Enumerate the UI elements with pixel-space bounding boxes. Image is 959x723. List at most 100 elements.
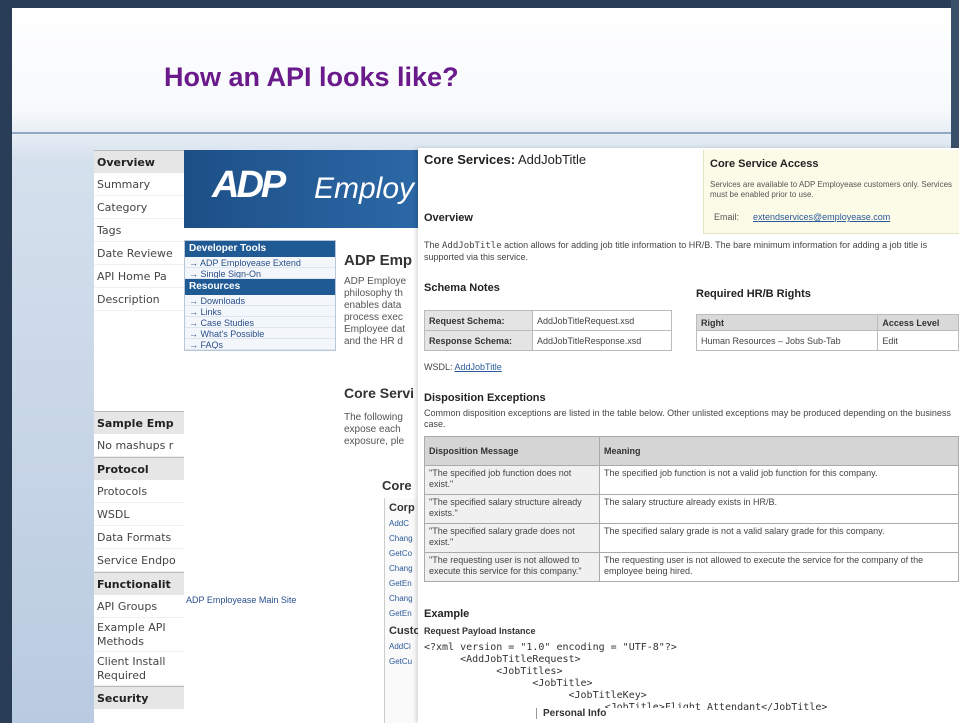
resources-link[interactable]: → FAQs [185,339,335,350]
exception-meaning: The specified job function is not a vali… [599,465,959,495]
personal-info-label: Personal Info [536,708,696,719]
schema-label: Response Schema: [424,330,533,351]
exceptions-heading: Disposition Exceptions [424,392,546,404]
resources-heading: Resources [185,279,335,295]
exception-row: "The requesting user is not allowed to e… [424,552,959,582]
schema-value: AddJobTitleResponse.xsd [532,330,672,351]
exception-meaning: The requesting user is not allowed to ex… [599,552,959,582]
exception-message: "The requesting user is not allowed to e… [424,552,600,582]
rights-heading: Required HR/B Rights [696,288,811,300]
wiki-nav-item[interactable]: Service Endpo [94,549,193,572]
wiki-nav-item[interactable]: Date Reviewe [94,242,193,265]
rights-right: Human Resources – Jobs Sub-Tab [695,330,879,351]
wiki-sidebar: Overview Summary Category Tags Date Reviewe A… [94,150,194,723]
slide-divider [12,132,951,134]
adp-core-line: The following [344,412,403,423]
resources-link[interactable]: → Case Studies [185,317,335,328]
adp-core-line: expose each [344,424,401,435]
slide: How an API looks like? Overview Summary Ca… [0,0,959,723]
exc-col-meaning: Meaning [599,436,959,466]
wiki-section-heading: Protocol [94,457,193,480]
developer-nav: Developer Tools → ADP Employease Extend →… [184,240,336,351]
dev-tools-link[interactable]: → Single Sign-On [185,268,335,279]
schema-notes-heading: Schema Notes [424,282,500,294]
wiki-nav-item[interactable]: No mashups r [94,434,193,457]
schema-row: Request Schema: AddJobTitleRequest.xsd [424,310,672,331]
exception-meaning: The salary structure already exists in H… [599,494,959,524]
adp-intro-line: Employee dat [344,324,406,335]
access-title: Core Service Access [710,158,819,170]
core-service-access-box: Core Service Access Services are availab… [703,150,959,234]
schema-row: Response Schema: AddJobTitleResponse.xsd [424,330,672,351]
adp-core-services-heading: Core Servi [344,385,415,401]
rights-col-level: Access Level [877,314,959,331]
adp-intro-line: philosophy th [344,288,403,299]
adp-intro-line: ADP Employe [344,276,407,287]
overview-prefix: The [424,240,443,250]
rights-level: Edit [877,330,959,351]
exception-message: "The specified job function does not exi… [424,465,600,495]
payload-heading: Request Payload Instance [424,626,536,636]
overview-heading: Overview [424,212,473,224]
exception-row: "The specified salary grade does not exi… [424,523,959,553]
adp-intro-text: ADP Employe philosophy th enables data proc… [344,276,424,348]
wiki-nav-item[interactable]: Summary [94,173,193,196]
core-services-doc: Core Services: AddJobTitle Core Service … [418,148,959,723]
exception-row: "The specified salary structure already … [424,494,959,524]
wsdl-line: WSDL: AddJobTitle [424,362,502,372]
core-services-title-bold: Core Services: [424,152,516,167]
wiki-section-heading: Functionalit [94,572,193,595]
exception-message: "The specified salary grade does not exi… [424,523,600,553]
resources-link[interactable]: → Downloads [185,295,335,306]
adp-intro-line: process exec [344,312,403,323]
resources-link[interactable]: → What's Possible [185,328,335,339]
main-site-link[interactable]: ADP Employease Main Site [186,595,296,605]
rights-col-right: Right [695,314,879,331]
wiki-nav-item[interactable]: Example API Methods [94,618,193,652]
adp-intro-line: and the HR d [344,336,403,347]
overview-text: The AddJobTitle action allows for adding… [424,240,954,263]
email-link[interactable]: extendservices@employease.com [753,212,890,222]
adp-header-band: ADP Employ [184,150,424,228]
wsdl-link[interactable]: AddJobTitle [455,362,502,372]
exc-col-message: Disposition Message [424,436,600,466]
wiki-nav-item[interactable]: WSDL [94,503,193,526]
wiki-nav-item[interactable]: Client Install Required [94,652,193,686]
slide-top-border [0,0,959,8]
adp-core-label: Core [382,478,412,493]
dev-tools-link[interactable]: → ADP Employease Extend [185,257,335,268]
adp-page: ADP Employ Developer Tools → ADP Employe… [184,150,424,723]
wiki-section-heading: Overview [94,150,193,173]
wiki-nav-item[interactable]: API Home Pa [94,265,193,288]
slide-title: How an API looks like? [164,62,459,92]
wiki-nav-item[interactable]: Protocols [94,480,193,503]
wiki-nav-item[interactable]: Tags [94,219,193,242]
core-services-title: Core Services: AddJobTitle [424,152,586,167]
payload-code: <?xml version = "1.0" encoding = "UTF-8"… [424,642,828,713]
email-label: Email: [714,212,740,222]
exception-message: "The specified salary structure already … [424,494,600,524]
slide-left-border [0,0,12,723]
exceptions-table: Disposition Message Meaning "The specifie… [424,436,959,582]
rights-row: Human Resources – Jobs Sub-Tab Edit [695,330,959,351]
core-services-title-name: AddJobTitle [515,152,587,167]
overview-code: AddJobTitle [442,241,502,251]
rights-table: Right Access Level Human Resources – Jobs… [695,314,959,351]
wiki-nav-item[interactable]: Data Formats [94,526,193,549]
adp-logo: ADP [212,164,286,206]
resources-link[interactable]: → Links [185,306,335,317]
adp-heading: ADP Emp [344,252,413,269]
exception-meaning: The specified salary grade is not a vali… [599,523,959,553]
access-email: Email: extendservices@employease.com [704,200,959,222]
wiki-nav-item[interactable]: Category [94,196,193,219]
adp-core-services-text: The following expose each exposure, ple [344,412,424,448]
adp-core-line: exposure, ple [344,436,405,447]
wiki-spacer [94,311,193,411]
schema-table: Request Schema: AddJobTitleRequest.xsd Res… [424,310,672,351]
adp-intro-line: enables data [344,300,402,311]
wiki-section-heading: Security [94,686,193,709]
wsdl-label: WSDL: [424,362,453,372]
wiki-nav-item[interactable]: API Groups [94,595,193,618]
wiki-nav-item[interactable]: Description [94,288,193,311]
schema-value: AddJobTitleRequest.xsd [532,310,672,331]
